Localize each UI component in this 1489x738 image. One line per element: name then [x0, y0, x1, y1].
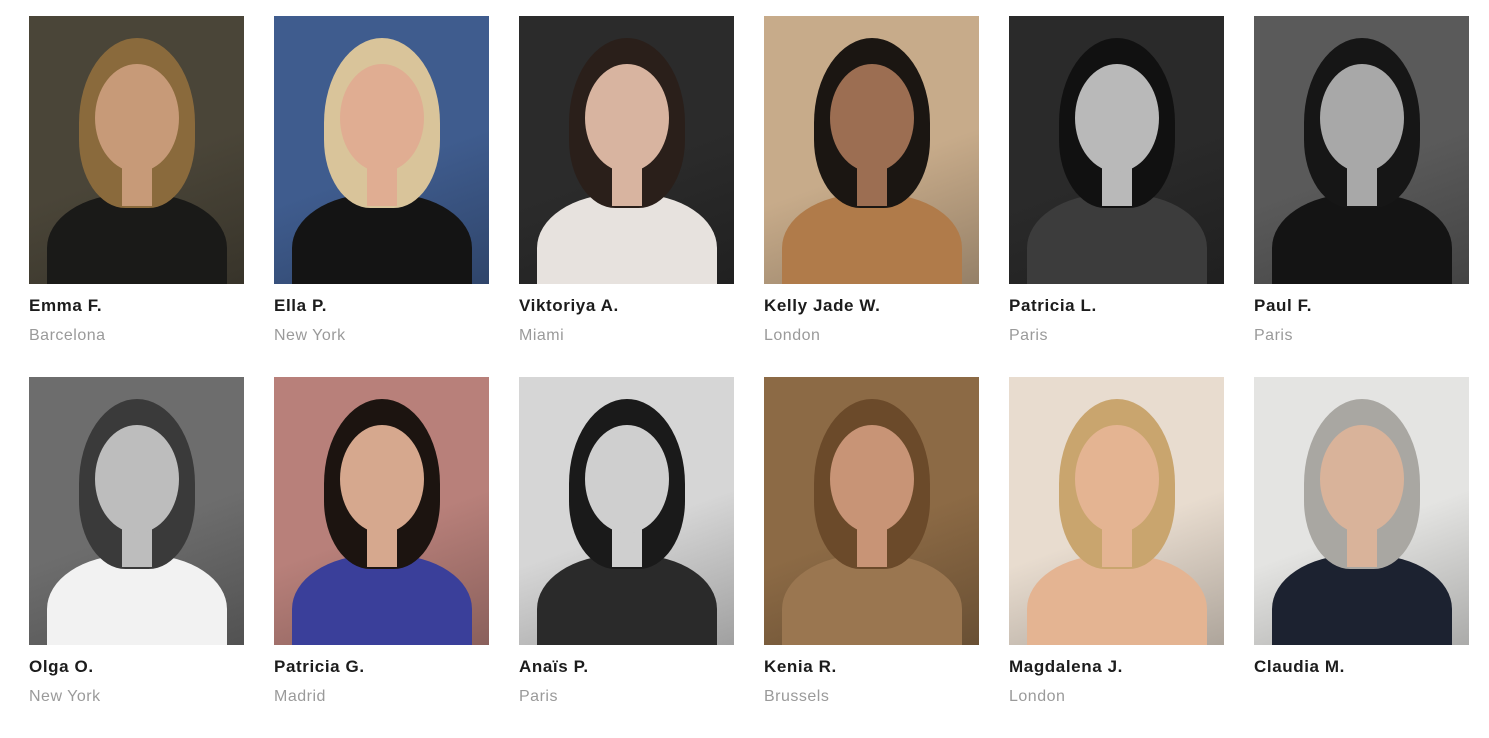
model-card[interactable]: Kenia R. Brussels — [764, 377, 979, 738]
portrait-face — [1075, 64, 1159, 172]
model-name[interactable]: Paul F. — [1254, 296, 1469, 318]
model-card[interactable]: Anaïs P. Paris — [519, 377, 734, 738]
portrait-face — [585, 64, 669, 172]
model-city: Paris — [519, 688, 558, 705]
model-card[interactable]: Paul F. Paris — [1254, 16, 1469, 377]
model-city: Paris — [1254, 327, 1293, 344]
model-card[interactable]: Patricia L. Paris — [1009, 16, 1224, 377]
model-photo[interactable] — [764, 377, 979, 645]
model-photo[interactable] — [29, 16, 244, 284]
portrait-face — [1320, 64, 1404, 172]
model-card[interactable]: Kelly Jade W. London — [764, 16, 979, 377]
model-card[interactable]: Olga O. New York — [29, 377, 244, 738]
model-city: New York — [274, 327, 346, 344]
model-name[interactable]: Kelly Jade W. — [764, 296, 979, 318]
model-photo[interactable] — [764, 16, 979, 284]
model-photo[interactable] — [274, 377, 489, 645]
portrait-face — [340, 425, 424, 533]
model-photo[interactable] — [519, 377, 734, 645]
model-name[interactable]: Claudia M. — [1254, 657, 1469, 679]
model-city: Madrid — [274, 688, 326, 705]
model-name[interactable]: Patricia G. — [274, 657, 489, 679]
model-name[interactable]: Viktoriya A. — [519, 296, 734, 318]
model-city — [1254, 688, 1469, 708]
model-name[interactable]: Olga O. — [29, 657, 244, 679]
model-name[interactable]: Patricia L. — [1009, 296, 1224, 318]
model-photo[interactable] — [29, 377, 244, 645]
model-card[interactable]: Patricia G. Madrid — [274, 377, 489, 738]
model-name[interactable]: Ella P. — [274, 296, 489, 318]
portrait-face — [1320, 425, 1404, 533]
model-card[interactable]: Magdalena J. London — [1009, 377, 1224, 738]
portrait-face — [830, 425, 914, 533]
model-photo[interactable] — [1254, 16, 1469, 284]
model-card[interactable]: Emma F. Barcelona — [29, 16, 244, 377]
portrait-face — [1075, 425, 1159, 533]
model-photo[interactable] — [1254, 377, 1469, 645]
model-name[interactable]: Kenia R. — [764, 657, 979, 679]
model-grid: Emma F. Barcelona Ella P. New York Vikto… — [29, 16, 1469, 738]
model-city: Barcelona — [29, 327, 106, 344]
model-city: London — [764, 327, 821, 344]
model-city: Paris — [1009, 327, 1048, 344]
portrait-face — [340, 64, 424, 172]
model-photo[interactable] — [1009, 377, 1224, 645]
portrait-face — [830, 64, 914, 172]
model-city: Brussels — [764, 688, 830, 705]
portrait-face — [95, 425, 179, 533]
model-photo[interactable] — [1009, 16, 1224, 284]
model-city: London — [1009, 688, 1066, 705]
model-city: Miami — [519, 327, 565, 344]
model-photo[interactable] — [519, 16, 734, 284]
model-name[interactable]: Anaïs P. — [519, 657, 734, 679]
portrait-face — [585, 425, 669, 533]
model-name[interactable]: Magdalena J. — [1009, 657, 1224, 679]
model-card[interactable]: Viktoriya A. Miami — [519, 16, 734, 377]
model-card[interactable]: Ella P. New York — [274, 16, 489, 377]
model-city: New York — [29, 688, 101, 705]
model-name[interactable]: Emma F. — [29, 296, 244, 318]
model-photo[interactable] — [274, 16, 489, 284]
portrait-face — [95, 64, 179, 172]
model-card[interactable]: Claudia M. — [1254, 377, 1469, 738]
